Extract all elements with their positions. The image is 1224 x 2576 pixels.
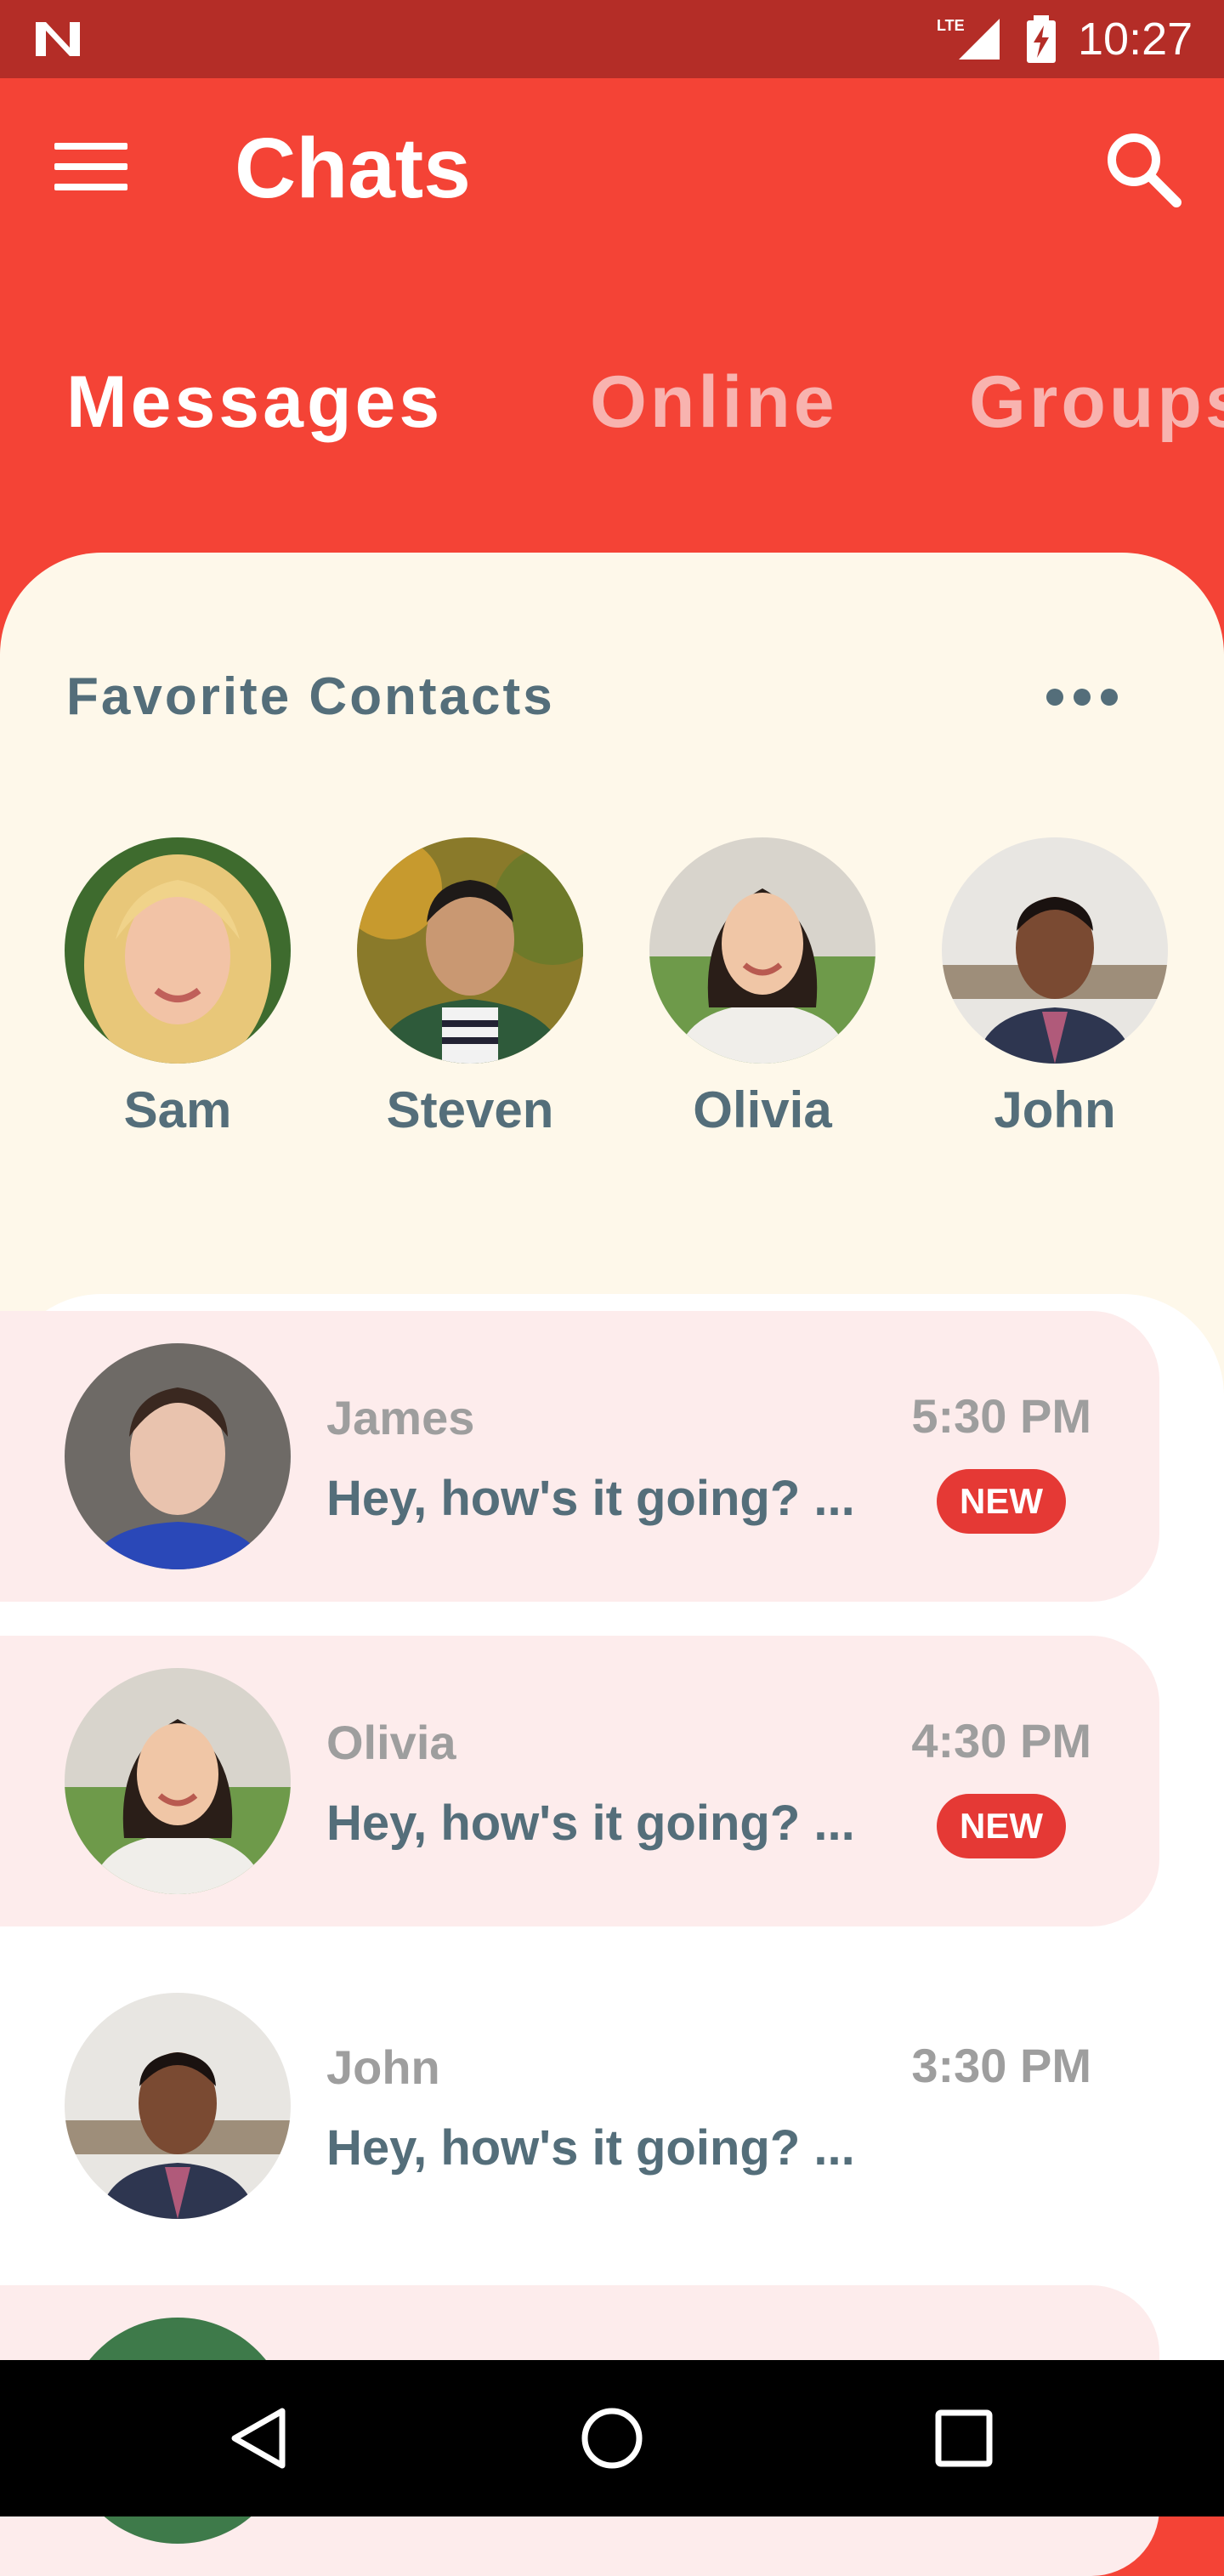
- chat-sender: John: [326, 2040, 440, 2094]
- chat-sender: Olivia: [326, 1716, 456, 1769]
- hamburger-menu-icon[interactable]: [48, 134, 133, 202]
- new-badge: NEW: [937, 1794, 1066, 1858]
- avatar: [649, 837, 876, 1064]
- app-bar: Chats: [0, 78, 1224, 258]
- avatar: [357, 837, 583, 1064]
- tab-messages[interactable]: Messages: [66, 355, 443, 449]
- new-badge: NEW: [937, 1469, 1066, 1534]
- more-horizontal-icon[interactable]: [1044, 680, 1120, 714]
- contact-name: Olivia: [693, 1081, 832, 1138]
- favorite-contact-steven[interactable]: Steven: [328, 837, 583, 1177]
- recents-icon[interactable]: [930, 2404, 998, 2472]
- avatar: [65, 1993, 291, 2219]
- contact-name: Sam: [123, 1081, 232, 1138]
- n-logo-icon: [36, 22, 80, 56]
- chat-time: 4:30 PM: [911, 1714, 1091, 1767]
- chat-time: 5:30 PM: [911, 1389, 1091, 1443]
- favorite-contact-john[interactable]: John: [913, 837, 1168, 1177]
- back-icon[interactable]: [226, 2404, 294, 2472]
- search-icon[interactable]: [1102, 128, 1183, 209]
- avatar: [942, 837, 1168, 1064]
- contact-name: Steven: [386, 1081, 554, 1138]
- favorite-contact-olivia[interactable]: Olivia: [620, 837, 876, 1177]
- favorite-contacts-title: Favorite Contacts: [66, 667, 555, 726]
- system-nav-bar: [0, 2360, 1224, 2516]
- tab-groups[interactable]: Groups: [969, 355, 1224, 449]
- tab-online[interactable]: Online: [590, 355, 838, 449]
- status-time: 10:27: [1078, 14, 1193, 65]
- page-title: Chats: [235, 121, 471, 216]
- battery-charging-icon: [1027, 15, 1056, 63]
- network-label: LTE: [937, 17, 965, 34]
- avatar: [65, 1668, 291, 1894]
- chat-time: 3:30 PM: [911, 2039, 1091, 2092]
- chat-row-olivia[interactable]: Olivia Hey, how's it going? ... 4:30 PM …: [0, 1636, 1159, 1926]
- chat-sender: James: [326, 1391, 475, 1444]
- tab-bar: Messages Online Groups: [0, 340, 1224, 468]
- chat-row-john[interactable]: John Hey, how's it going? ... 3:30 PM: [0, 1960, 1159, 2251]
- chat-list: James Hey, how's it going? ... 5:30 PM N…: [0, 1294, 1224, 2576]
- contact-name: John: [994, 1081, 1116, 1138]
- chat-preview: Hey, how's it going? ...: [326, 1471, 855, 1526]
- home-icon[interactable]: [578, 2404, 646, 2472]
- lte-signal-icon: LTE: [937, 17, 1000, 60]
- chat-preview: Hey, how's it going? ...: [326, 2120, 855, 2176]
- favorite-contact-sam[interactable]: Sam: [36, 837, 291, 1177]
- avatar: [65, 1343, 291, 1569]
- chat-preview: Hey, how's it going? ...: [326, 1796, 855, 1851]
- avatar: [65, 837, 291, 1064]
- chat-row-james[interactable]: James Hey, how's it going? ... 5:30 PM N…: [0, 1311, 1159, 1602]
- status-bar: LTE 10:27: [0, 0, 1224, 78]
